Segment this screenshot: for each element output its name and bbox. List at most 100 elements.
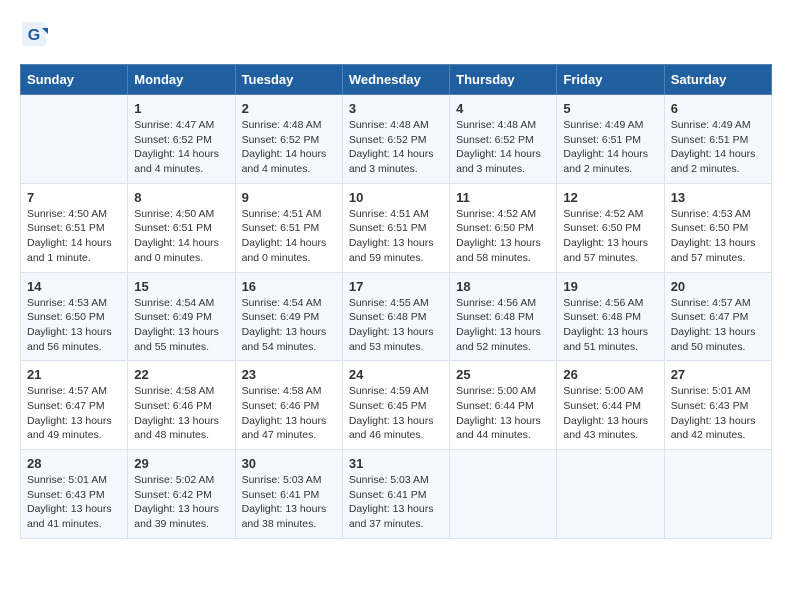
- day-number: 2: [242, 101, 336, 116]
- cell-content: Sunrise: 4:54 AMSunset: 6:49 PMDaylight:…: [242, 296, 336, 355]
- cell-content: Sunrise: 4:48 AMSunset: 6:52 PMDaylight:…: [242, 118, 336, 177]
- day-number: 21: [27, 367, 121, 382]
- day-number: 19: [563, 279, 657, 294]
- calendar-cell: 29 Sunrise: 5:02 AMSunset: 6:42 PMDayligh…: [128, 450, 235, 539]
- day-number: 24: [349, 367, 443, 382]
- cell-content: Sunrise: 4:58 AMSunset: 6:46 PMDaylight:…: [134, 384, 228, 443]
- logo: G: [20, 20, 52, 48]
- cell-content: Sunrise: 4:49 AMSunset: 6:51 PMDaylight:…: [671, 118, 765, 177]
- day-number: 10: [349, 190, 443, 205]
- cell-content: Sunrise: 4:54 AMSunset: 6:49 PMDaylight:…: [134, 296, 228, 355]
- cell-content: Sunrise: 4:57 AMSunset: 6:47 PMDaylight:…: [671, 296, 765, 355]
- calendar-cell: 27 Sunrise: 5:01 AMSunset: 6:43 PMDayligh…: [664, 361, 771, 450]
- calendar-cell: [21, 95, 128, 184]
- cell-content: Sunrise: 5:02 AMSunset: 6:42 PMDaylight:…: [134, 473, 228, 532]
- cell-content: Sunrise: 4:52 AMSunset: 6:50 PMDaylight:…: [563, 207, 657, 266]
- calendar-cell: 28 Sunrise: 5:01 AMSunset: 6:43 PMDayligh…: [21, 450, 128, 539]
- cell-content: Sunrise: 4:59 AMSunset: 6:45 PMDaylight:…: [349, 384, 443, 443]
- calendar-cell: [557, 450, 664, 539]
- cell-content: Sunrise: 4:51 AMSunset: 6:51 PMDaylight:…: [242, 207, 336, 266]
- cell-content: Sunrise: 4:58 AMSunset: 6:46 PMDaylight:…: [242, 384, 336, 443]
- calendar-table: SundayMondayTuesdayWednesdayThursdayFrid…: [20, 64, 772, 539]
- calendar-cell: 1 Sunrise: 4:47 AMSunset: 6:52 PMDaylight…: [128, 95, 235, 184]
- calendar-cell: 11Sunrise: 4:52 AMSunset: 6:50 PMDayligh…: [450, 183, 557, 272]
- weekday-header-tuesday: Tuesday: [235, 65, 342, 95]
- calendar-cell: 13Sunrise: 4:53 AMSunset: 6:50 PMDayligh…: [664, 183, 771, 272]
- calendar-cell: 20 Sunrise: 4:57 AMSunset: 6:47 PMDayligh…: [664, 272, 771, 361]
- cell-content: Sunrise: 4:56 AMSunset: 6:48 PMDaylight:…: [456, 296, 550, 355]
- cell-content: Sunrise: 4:48 AMSunset: 6:52 PMDaylight:…: [349, 118, 443, 177]
- weekday-header-saturday: Saturday: [664, 65, 771, 95]
- cell-content: Sunrise: 4:53 AMSunset: 6:50 PMDaylight:…: [27, 296, 121, 355]
- day-number: 12: [563, 190, 657, 205]
- calendar-cell: 17Sunrise: 4:55 AMSunset: 6:48 PMDayligh…: [342, 272, 449, 361]
- calendar-cell: 2 Sunrise: 4:48 AMSunset: 6:52 PMDaylight…: [235, 95, 342, 184]
- calendar-cell: 25 Sunrise: 5:00 AMSunset: 6:44 PMDayligh…: [450, 361, 557, 450]
- day-number: 3: [349, 101, 443, 116]
- cell-content: Sunrise: 5:01 AMSunset: 6:43 PMDaylight:…: [671, 384, 765, 443]
- weekday-header-thursday: Thursday: [450, 65, 557, 95]
- weekday-header-wednesday: Wednesday: [342, 65, 449, 95]
- cell-content: Sunrise: 4:56 AMSunset: 6:48 PMDaylight:…: [563, 296, 657, 355]
- day-number: 29: [134, 456, 228, 471]
- calendar-cell: 10 Sunrise: 4:51 AMSunset: 6:51 PMDayligh…: [342, 183, 449, 272]
- day-number: 1: [134, 101, 228, 116]
- cell-content: Sunrise: 4:52 AMSunset: 6:50 PMDaylight:…: [456, 207, 550, 266]
- cell-content: Sunrise: 4:49 AMSunset: 6:51 PMDaylight:…: [563, 118, 657, 177]
- cell-content: Sunrise: 4:50 AMSunset: 6:51 PMDaylight:…: [27, 207, 121, 266]
- day-number: 27: [671, 367, 765, 382]
- calendar-cell: 30Sunrise: 5:03 AMSunset: 6:41 PMDayligh…: [235, 450, 342, 539]
- day-number: 7: [27, 190, 121, 205]
- calendar-cell: 22 Sunrise: 4:58 AMSunset: 6:46 PMDayligh…: [128, 361, 235, 450]
- day-number: 8: [134, 190, 228, 205]
- day-number: 25: [456, 367, 550, 382]
- cell-content: Sunrise: 4:48 AMSunset: 6:52 PMDaylight:…: [456, 118, 550, 177]
- day-number: 6: [671, 101, 765, 116]
- cell-content: Sunrise: 4:57 AMSunset: 6:47 PMDaylight:…: [27, 384, 121, 443]
- day-number: 30: [242, 456, 336, 471]
- calendar-cell: 26Sunrise: 5:00 AMSunset: 6:44 PMDayligh…: [557, 361, 664, 450]
- week-row-2: 7 Sunrise: 4:50 AMSunset: 6:51 PMDaylight…: [21, 183, 772, 272]
- day-number: 15: [134, 279, 228, 294]
- calendar-cell: 16Sunrise: 4:54 AMSunset: 6:49 PMDayligh…: [235, 272, 342, 361]
- day-number: 14: [27, 279, 121, 294]
- calendar-cell: 19 Sunrise: 4:56 AMSunset: 6:48 PMDayligh…: [557, 272, 664, 361]
- cell-content: Sunrise: 5:01 AMSunset: 6:43 PMDaylight:…: [27, 473, 121, 532]
- day-number: 9: [242, 190, 336, 205]
- day-number: 23: [242, 367, 336, 382]
- day-number: 4: [456, 101, 550, 116]
- cell-content: Sunrise: 4:51 AMSunset: 6:51 PMDaylight:…: [349, 207, 443, 266]
- day-number: 28: [27, 456, 121, 471]
- svg-text:G: G: [28, 27, 40, 44]
- cell-content: Sunrise: 5:00 AMSunset: 6:44 PMDaylight:…: [563, 384, 657, 443]
- cell-content: Sunrise: 4:50 AMSunset: 6:51 PMDaylight:…: [134, 207, 228, 266]
- week-row-3: 14 Sunrise: 4:53 AMSunset: 6:50 PMDayligh…: [21, 272, 772, 361]
- weekday-header-row: SundayMondayTuesdayWednesdayThursdayFrid…: [21, 65, 772, 95]
- calendar-cell: 14 Sunrise: 4:53 AMSunset: 6:50 PMDayligh…: [21, 272, 128, 361]
- calendar-cell: 5Sunrise: 4:49 AMSunset: 6:51 PMDaylight…: [557, 95, 664, 184]
- day-number: 18: [456, 279, 550, 294]
- calendar-cell: 31 Sunrise: 5:03 AMSunset: 6:41 PMDayligh…: [342, 450, 449, 539]
- calendar-cell: 4 Sunrise: 4:48 AMSunset: 6:52 PMDaylight…: [450, 95, 557, 184]
- cell-content: Sunrise: 5:00 AMSunset: 6:44 PMDaylight:…: [456, 384, 550, 443]
- day-number: 20: [671, 279, 765, 294]
- day-number: 13: [671, 190, 765, 205]
- week-row-5: 28 Sunrise: 5:01 AMSunset: 6:43 PMDayligh…: [21, 450, 772, 539]
- cell-content: Sunrise: 4:47 AMSunset: 6:52 PMDaylight:…: [134, 118, 228, 177]
- weekday-header-monday: Monday: [128, 65, 235, 95]
- day-number: 17: [349, 279, 443, 294]
- weekday-header-sunday: Sunday: [21, 65, 128, 95]
- day-number: 31: [349, 456, 443, 471]
- calendar-cell: 6 Sunrise: 4:49 AMSunset: 6:51 PMDaylight…: [664, 95, 771, 184]
- day-number: 22: [134, 367, 228, 382]
- calendar-cell: 12 Sunrise: 4:52 AMSunset: 6:50 PMDayligh…: [557, 183, 664, 272]
- calendar-cell: 24 Sunrise: 4:59 AMSunset: 6:45 PMDayligh…: [342, 361, 449, 450]
- weekday-header-friday: Friday: [557, 65, 664, 95]
- calendar-cell: 23 Sunrise: 4:58 AMSunset: 6:46 PMDayligh…: [235, 361, 342, 450]
- calendar-cell: 15 Sunrise: 4:54 AMSunset: 6:49 PMDayligh…: [128, 272, 235, 361]
- cell-content: Sunrise: 5:03 AMSunset: 6:41 PMDaylight:…: [349, 473, 443, 532]
- calendar-cell: 7 Sunrise: 4:50 AMSunset: 6:51 PMDaylight…: [21, 183, 128, 272]
- week-row-4: 21 Sunrise: 4:57 AMSunset: 6:47 PMDayligh…: [21, 361, 772, 450]
- calendar-cell: 3 Sunrise: 4:48 AMSunset: 6:52 PMDaylight…: [342, 95, 449, 184]
- logo-icon: G: [20, 20, 48, 48]
